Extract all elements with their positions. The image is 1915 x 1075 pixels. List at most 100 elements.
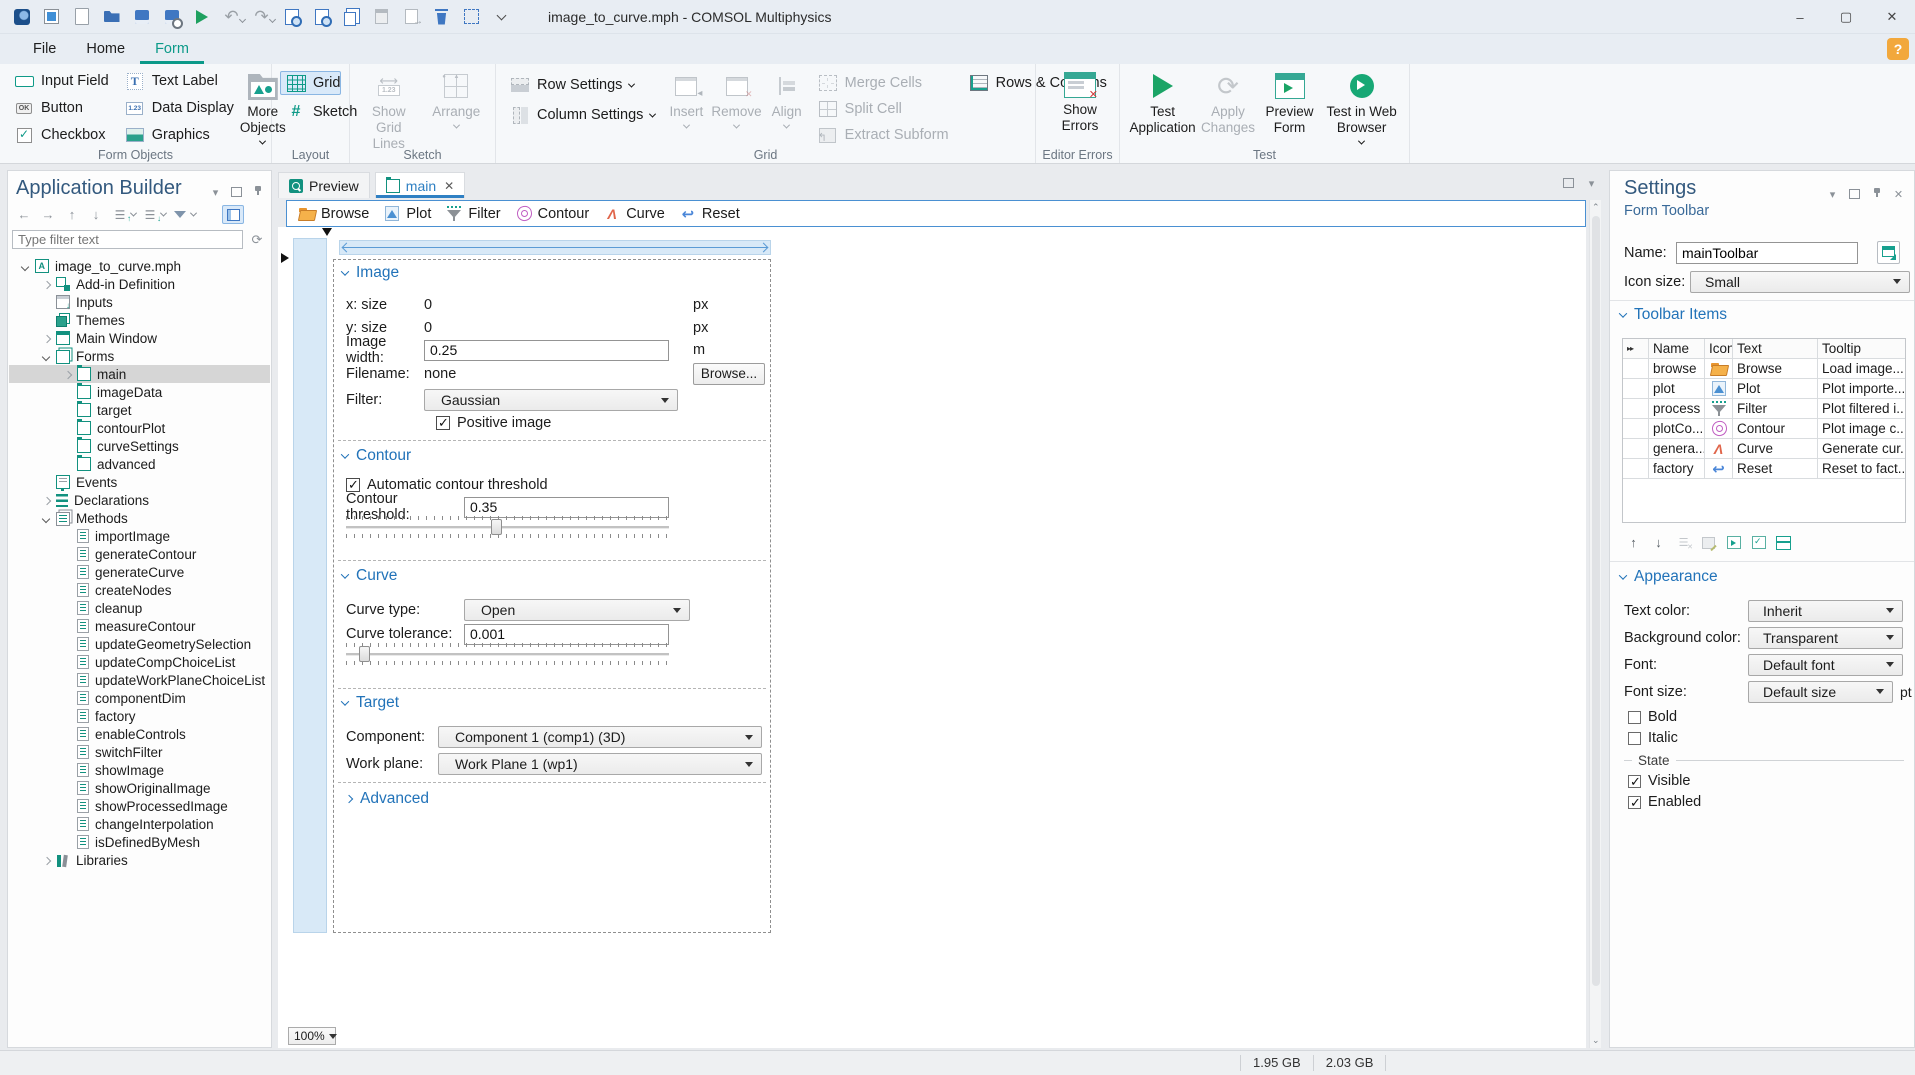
tree-item-enablecontrols[interactable]: enableControls — [9, 725, 270, 743]
ribbon-button-checkbox[interactable]: Checkbox — [8, 123, 115, 147]
show-errors-button[interactable]: Show Errors — [1044, 67, 1116, 134]
visible-checkbox[interactable] — [1628, 774, 1641, 790]
toolbar-button-plot[interactable]: Plot — [378, 203, 436, 224]
tree-item-main-window[interactable]: Main Window — [9, 329, 270, 347]
sketch-button[interactable]: Sketch — [280, 100, 357, 124]
collapse-section-icon[interactable] — [340, 570, 350, 579]
auto-threshold-checkbox[interactable] — [346, 477, 360, 493]
test-application-button[interactable]: Test Application — [1128, 67, 1197, 147]
contour-threshold-slider[interactable] — [346, 516, 669, 544]
cell-name[interactable]: browse — [1649, 359, 1705, 379]
tree-item-declarations[interactable]: Declarations — [9, 491, 270, 509]
tree-item-createnodes[interactable]: createNodes — [9, 581, 270, 599]
form-selection[interactable]: Image x: size 0 px y: size 0 px Image wi… — [333, 259, 771, 933]
move-down-icon[interactable]: ↓ — [1649, 534, 1668, 551]
italic-checkbox[interactable] — [1628, 731, 1641, 745]
scrollbar-thumb[interactable] — [1592, 216, 1600, 986]
tree-item-imagedata[interactable]: imageData — [9, 383, 270, 401]
ribbon-button-graphics[interactable]: Graphics — [119, 123, 240, 147]
cell-tooltip[interactable]: Load image... — [1818, 359, 1905, 379]
section-advanced[interactable]: Advanced — [344, 790, 429, 808]
insert-button[interactable]: Insert — [669, 67, 703, 147]
cell-text[interactable]: Browse — [1733, 359, 1818, 379]
tab-preview[interactable]: Preview — [278, 172, 370, 198]
tab-main[interactable]: main ✕ — [374, 172, 466, 198]
tree-item-themes[interactable]: Themes — [9, 311, 270, 329]
cell-tooltip[interactable]: Plot importe... — [1818, 379, 1905, 399]
copy-icon[interactable] — [338, 4, 365, 30]
run-application-icon[interactable] — [188, 4, 215, 30]
select-region-icon[interactable] — [458, 4, 485, 30]
tree-item-changeinterpolation[interactable]: changeInterpolation — [9, 815, 270, 833]
cell-name[interactable]: plotCo... — [1649, 419, 1705, 439]
nav-forward-icon[interactable]: → — [38, 206, 58, 223]
model-manager-icon[interactable] — [38, 4, 65, 30]
collapse-arrow-icon[interactable] — [17, 258, 34, 275]
cell-name[interactable]: factory — [1649, 459, 1705, 479]
cell-text[interactable]: Contour — [1733, 419, 1818, 439]
expand-arrow-icon[interactable] — [38, 492, 55, 509]
split-cell-button[interactable]: Split Cell — [812, 97, 955, 121]
tree-item-cleanup[interactable]: cleanup — [9, 599, 270, 617]
tree-item-advanced[interactable]: advanced — [9, 455, 270, 473]
enabled-checkbox[interactable] — [1628, 795, 1641, 811]
arrange-button[interactable]: Arrange — [426, 67, 488, 147]
grid-row-header[interactable] — [293, 238, 327, 933]
cell-text[interactable]: Reset — [1733, 459, 1818, 479]
tree-item-forms[interactable]: Forms — [9, 347, 270, 365]
cell-name[interactable]: plot — [1649, 379, 1705, 399]
curve-type-dropdown[interactable]: Open — [464, 599, 690, 621]
toolbar-button-curve[interactable]: Curve — [598, 203, 670, 224]
cell-name[interactable]: genera... — [1649, 439, 1705, 459]
cell-name[interactable]: process — [1649, 399, 1705, 419]
collapse-section-icon[interactable] — [1618, 571, 1628, 580]
tree-item-updateworkplanechoicelist[interactable]: updateWorkPlaneChoiceList — [9, 671, 270, 689]
image-width-input[interactable] — [424, 339, 669, 361]
table-row-browse[interactable]: browse Browse Load image... — [1623, 359, 1905, 379]
move-down-icon[interactable]: ↓ — [86, 206, 106, 223]
scroll-up-icon[interactable]: ⌃ — [1592, 202, 1600, 213]
toolbar-button-contour[interactable]: Contour — [510, 203, 595, 224]
tree-item-componentdim[interactable]: componentDim — [9, 689, 270, 707]
cell-text[interactable]: Plot — [1733, 379, 1818, 399]
column-header-icon[interactable]: Icon — [1705, 339, 1733, 359]
column-header-tooltip[interactable]: Tooltip — [1818, 339, 1905, 359]
tree-item-events[interactable]: Events — [9, 473, 270, 491]
section-target[interactable]: Target — [340, 694, 399, 712]
collapse-section-icon[interactable] — [1618, 309, 1628, 318]
edit-item-icon[interactable] — [1699, 534, 1718, 551]
cell-text[interactable]: Filter — [1733, 399, 1818, 419]
font-dropdown[interactable]: Default font — [1748, 653, 1903, 676]
show-grid-lines-button[interactable]: Show Grid Lines — [358, 67, 420, 151]
collapse-section-icon[interactable] — [340, 450, 350, 459]
preview-icon[interactable] — [278, 4, 305, 30]
edit-node-icon[interactable] — [1877, 241, 1900, 264]
column-header-name[interactable]: Name — [1649, 339, 1705, 359]
delete-icon[interactable] — [428, 4, 455, 30]
component-dropdown[interactable]: Component 1 (comp1) (3D) — [438, 726, 762, 748]
contour-threshold-input[interactable] — [464, 496, 669, 518]
tab-file[interactable]: File — [18, 34, 71, 64]
editor-tools-button[interactable] — [222, 205, 244, 224]
tree-item-importimage[interactable]: importImage — [9, 527, 270, 545]
tree-item-factory[interactable]: factory — [9, 707, 270, 725]
browse-file-button[interactable]: Browse... — [693, 363, 765, 385]
minimize-button[interactable]: – — [1777, 0, 1823, 34]
merge-cells-button[interactable]: Merge Cells — [812, 71, 955, 95]
tree-item-methods[interactable]: Methods — [9, 509, 270, 527]
table-row-genera[interactable]: genera... Curve Generate cur... — [1623, 439, 1905, 459]
float-icon[interactable] — [229, 185, 244, 199]
save-as-icon[interactable] — [158, 4, 185, 30]
collapse-section-icon[interactable] — [340, 267, 350, 276]
close-icon[interactable]: ✕ — [1891, 187, 1906, 201]
font-size-dropdown[interactable]: Default size — [1748, 680, 1893, 703]
new-file-icon[interactable] — [68, 4, 95, 30]
customize-toolbar-icon[interactable] — [488, 4, 515, 30]
tree-item-main[interactable]: main — [9, 365, 270, 383]
tree-item-libraries[interactable]: Libraries — [9, 851, 270, 869]
table-row-factory[interactable]: factory Reset Reset to fact... — [1623, 459, 1905, 479]
form-toolbar-object[interactable]: Browse Plot Filter Contour Curve — [286, 200, 1586, 227]
pin-icon[interactable] — [1869, 187, 1884, 201]
section-contour[interactable]: Contour — [340, 447, 411, 465]
scroll-down-icon[interactable]: ⌄ — [1592, 1035, 1600, 1046]
